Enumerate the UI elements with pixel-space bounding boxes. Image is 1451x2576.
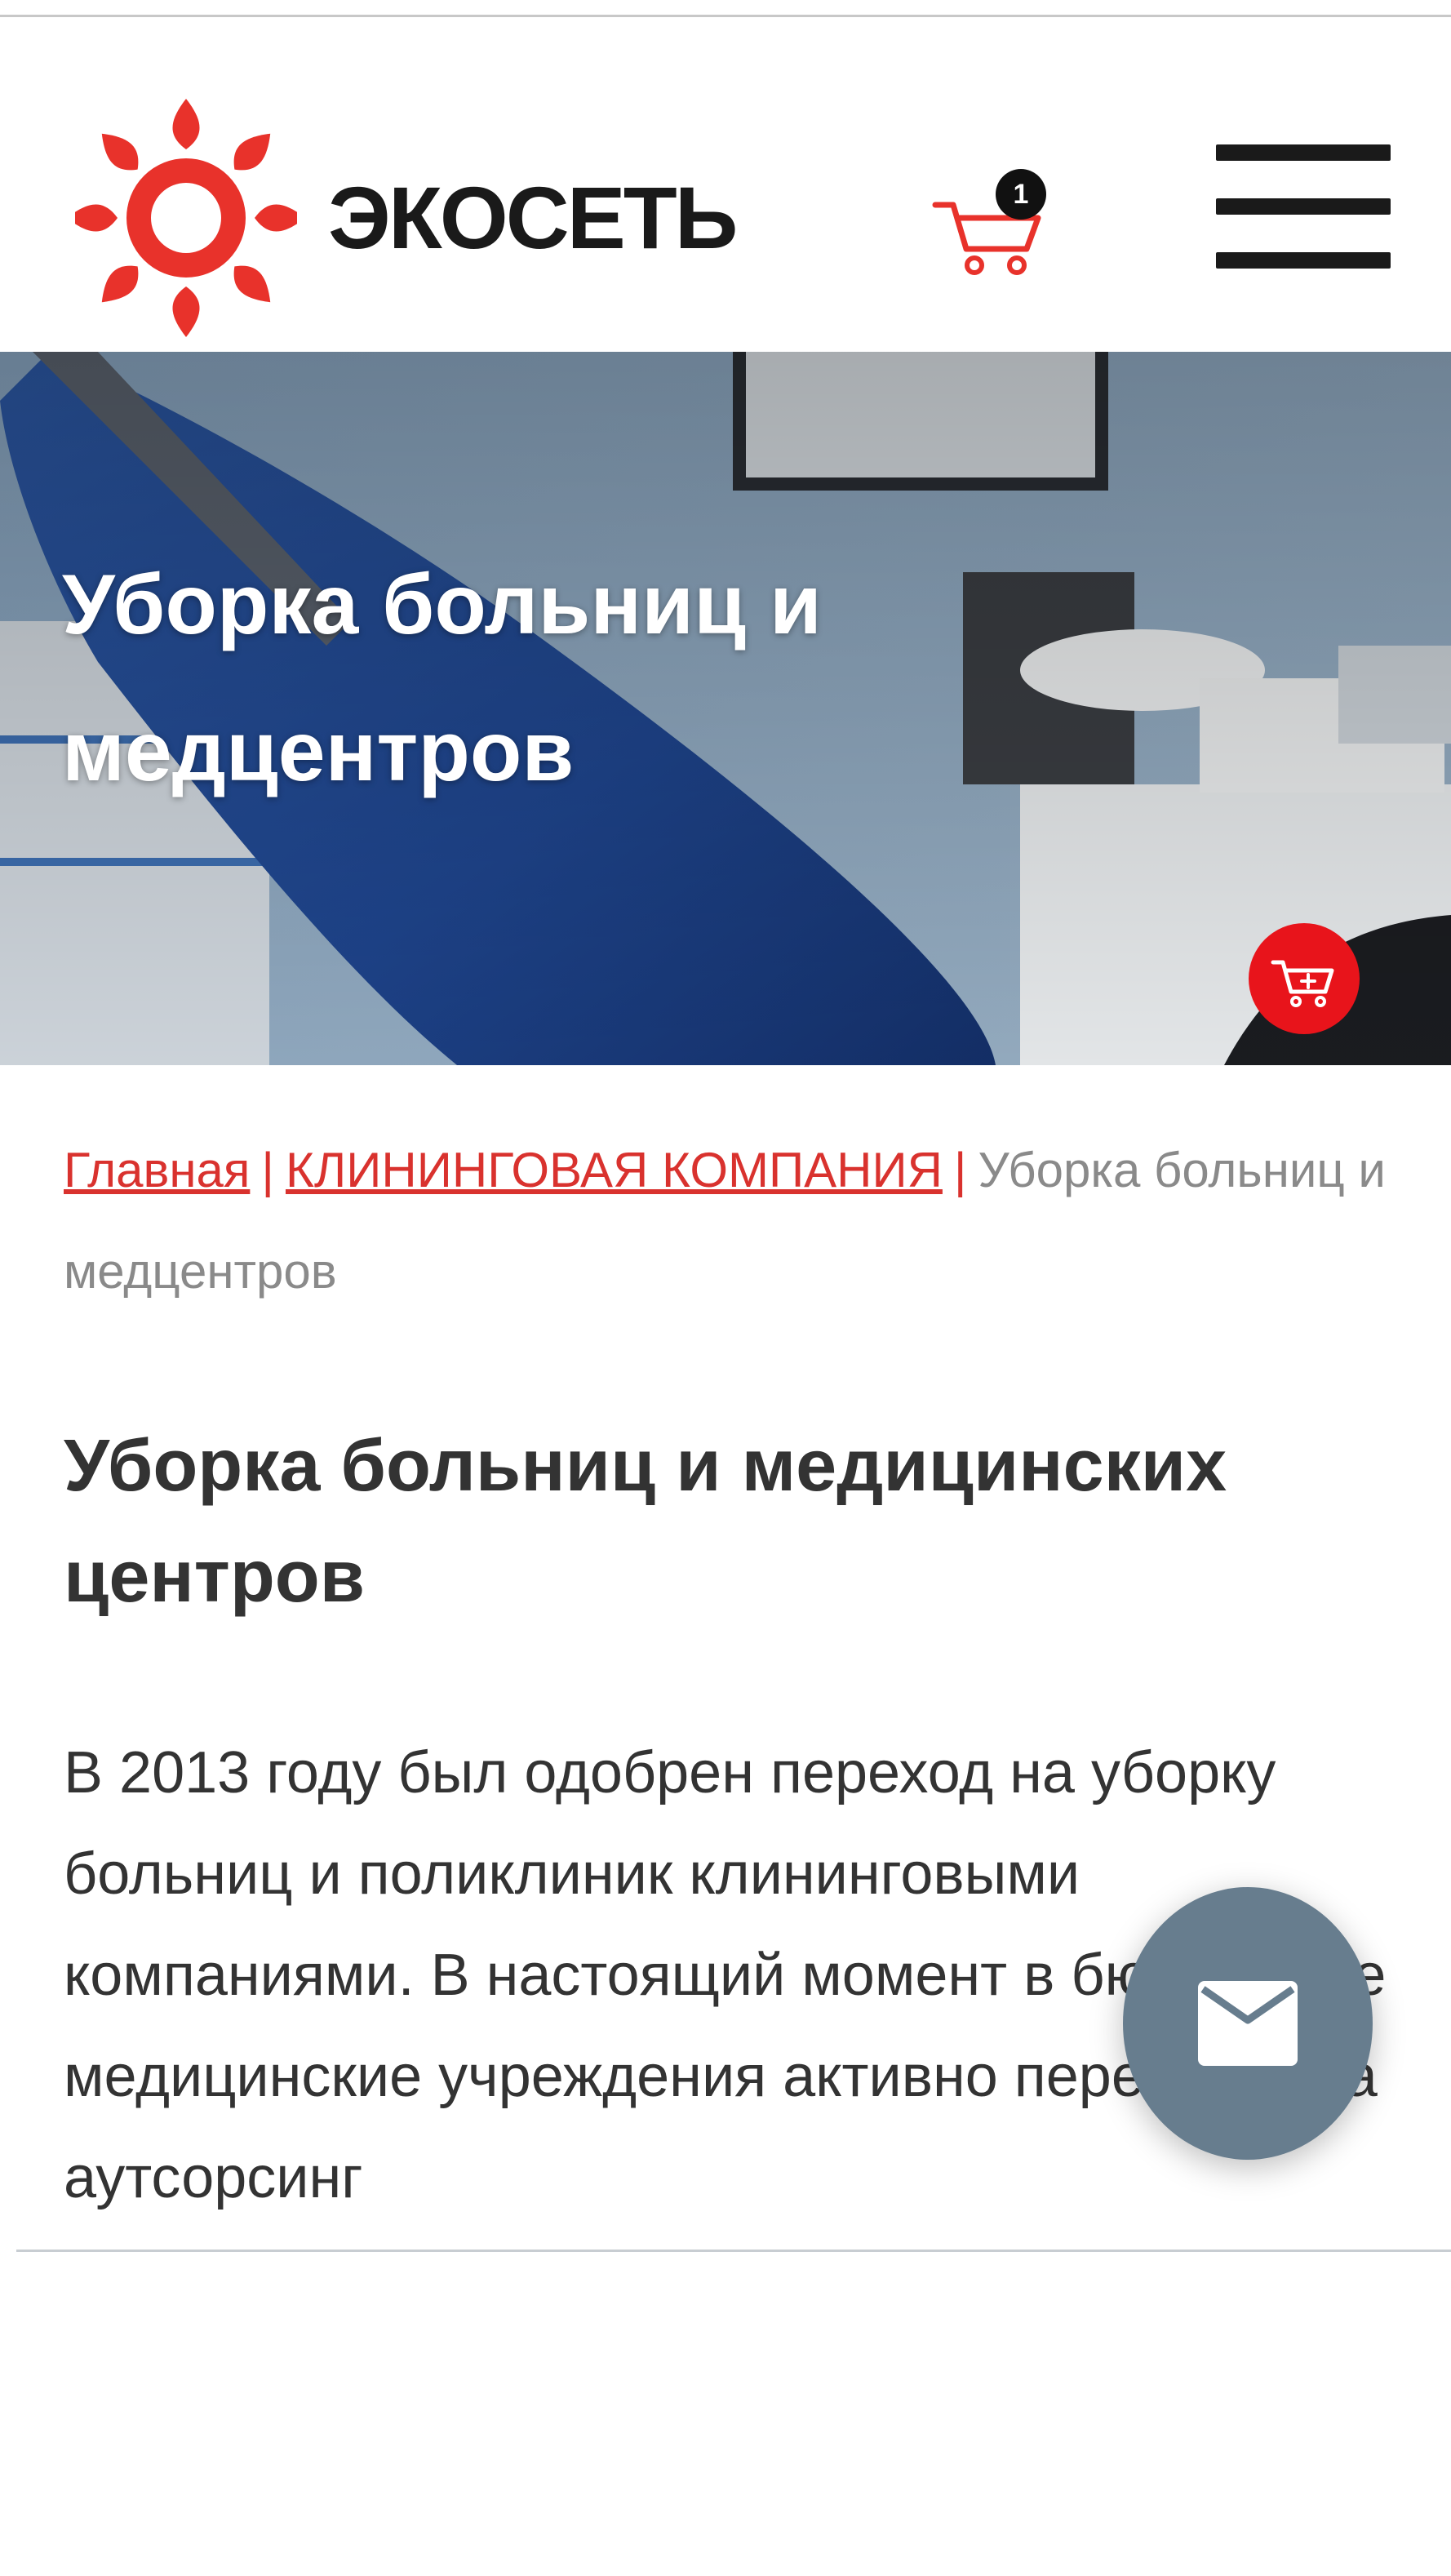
breadcrumb-section-link[interactable]: КЛИНИНГОВАЯ КОМПАНИЯ [286, 1143, 943, 1197]
hero-title-line2: медцентров [62, 704, 575, 799]
logo-link[interactable]: ЭКОСЕТЬ [75, 87, 752, 349]
breadcrumb-home-link[interactable]: Главная [64, 1143, 250, 1197]
cart-button[interactable]: 1 [930, 158, 1053, 280]
hamburger-menu-icon[interactable] [1216, 144, 1391, 269]
hero-title: Уборка больниц и медцентров [62, 531, 1041, 825]
breadcrumb-separator: | [261, 1143, 274, 1197]
add-to-cart-button[interactable] [1249, 923, 1360, 1034]
breadcrumb: Главная | КЛИНИНГОВАЯ КОМПАНИЯ | Уборка боль… [64, 1120, 1402, 1322]
breadcrumb-separator: | [953, 1143, 967, 1197]
page-bottom-blank [0, 2252, 1451, 2576]
mail-icon [1198, 1981, 1298, 2066]
cart-plus-icon [1271, 960, 1334, 1007]
hero-title-line1: Уборка больниц и [62, 557, 822, 652]
page-title: Уборка больниц и медицинских центров [64, 1425, 1227, 1618]
cart-count-badge: 1 [996, 169, 1046, 220]
sun-logo-icon [75, 99, 297, 337]
contact-mail-button[interactable] [1123, 1887, 1373, 2160]
site-header: ЭКОСЕТЬ 1 [0, 17, 1451, 350]
logo-text: ЭКОСЕТЬ [328, 168, 738, 267]
hero-banner: Уборка больниц и медцентров [0, 352, 1451, 1065]
